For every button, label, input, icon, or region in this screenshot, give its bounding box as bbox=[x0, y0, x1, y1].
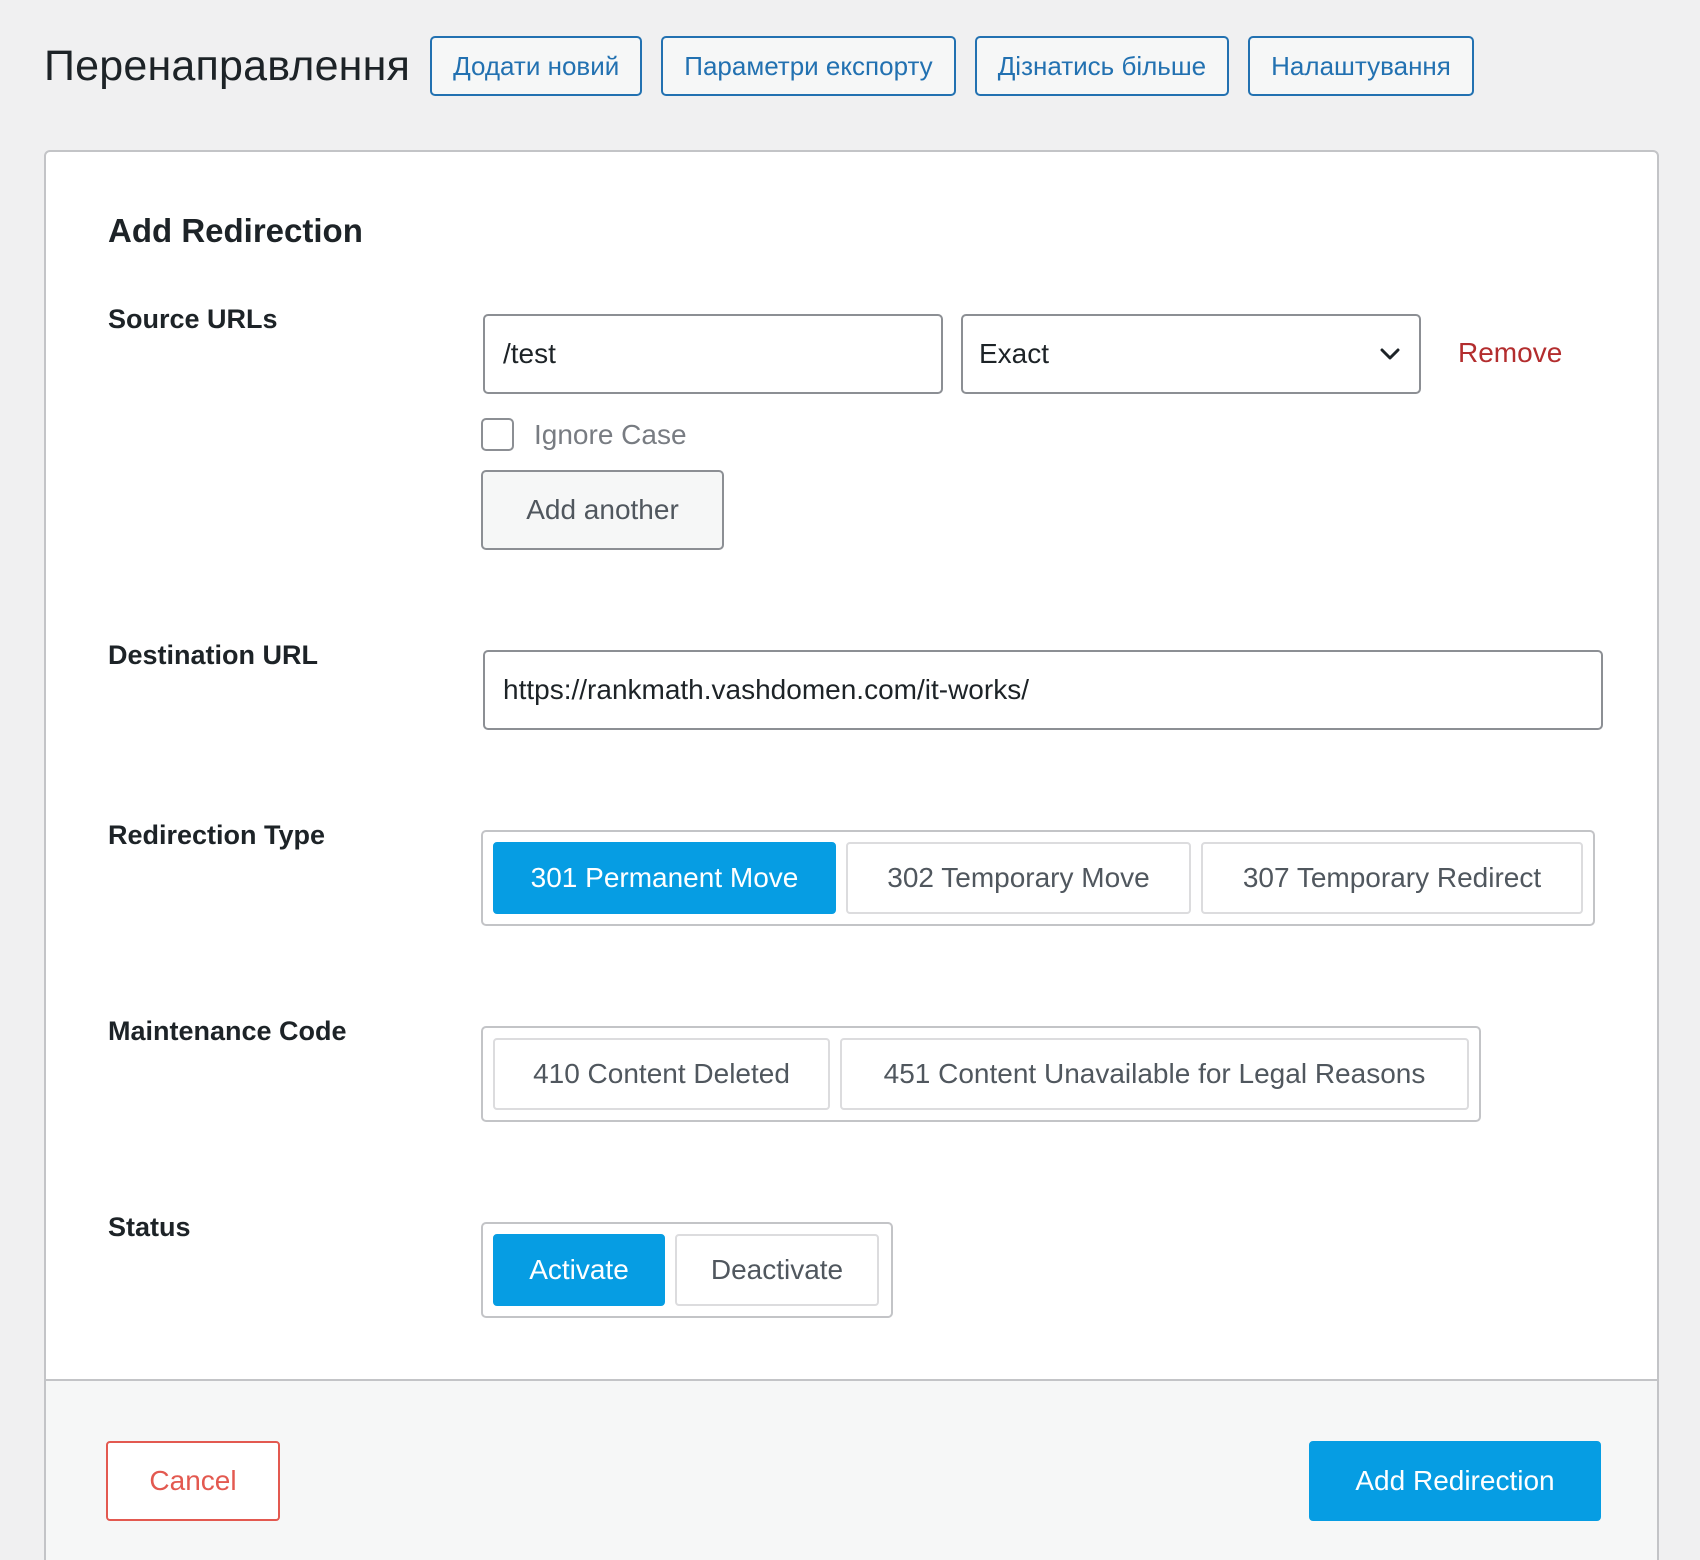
add-another-button[interactable]: Add another bbox=[481, 470, 724, 550]
status-label: Status bbox=[108, 1212, 191, 1242]
add-redirection-card: Add Redirection Source URLs Exact Remove… bbox=[44, 150, 1659, 1560]
maintenance-code-group: 410 Content Deleted 451 Content Unavaila… bbox=[481, 1026, 1481, 1122]
destination-url-input[interactable] bbox=[483, 650, 1603, 730]
card-footer: Cancel Add Redirection bbox=[46, 1379, 1657, 1560]
ignore-case-checkbox[interactable] bbox=[481, 418, 514, 451]
maintenance-code-label: Maintenance Code bbox=[108, 1016, 347, 1046]
redirection-type-label: Redirection Type bbox=[108, 820, 326, 850]
match-type-select[interactable]: Exact bbox=[961, 314, 1421, 394]
page-title: Перенаправлення bbox=[44, 41, 411, 90]
page-header: Перенаправлення Додати новий Параметри е… bbox=[44, 36, 1493, 96]
type-302-button[interactable]: 302 Temporary Move bbox=[846, 842, 1191, 914]
learn-more-button[interactable]: Дізнатись більше bbox=[974, 36, 1230, 96]
type-301-button[interactable]: 301 Permanent Move bbox=[493, 842, 836, 914]
match-type-value: Exact bbox=[979, 338, 1050, 369]
ignore-case-row[interactable]: Ignore Case bbox=[481, 418, 687, 451]
type-307-button[interactable]: 307 Temporary Redirect bbox=[1201, 842, 1583, 914]
code-410-button[interactable]: 410 Content Deleted bbox=[493, 1038, 830, 1110]
form-title: Add Redirection bbox=[108, 212, 363, 249]
redirection-type-group: 301 Permanent Move 302 Temporary Move 30… bbox=[481, 830, 1595, 926]
status-group: Activate Deactivate bbox=[481, 1222, 893, 1318]
destination-url-label: Destination URL bbox=[108, 640, 319, 670]
code-451-button[interactable]: 451 Content Unavailable for Legal Reason… bbox=[840, 1038, 1469, 1110]
source-urls-label: Source URLs bbox=[108, 304, 278, 334]
remove-source-link[interactable]: Remove bbox=[1458, 337, 1562, 369]
source-url-input[interactable] bbox=[483, 314, 943, 394]
activate-button[interactable]: Activate bbox=[493, 1234, 665, 1306]
add-redirection-button[interactable]: Add Redirection bbox=[1309, 1441, 1601, 1521]
add-new-button[interactable]: Додати новий bbox=[430, 36, 643, 96]
ignore-case-label: Ignore Case bbox=[534, 418, 687, 450]
settings-button[interactable]: Налаштування bbox=[1248, 36, 1474, 96]
chevron-down-icon bbox=[1377, 341, 1403, 367]
cancel-button[interactable]: Cancel bbox=[106, 1441, 280, 1521]
deactivate-button[interactable]: Deactivate bbox=[675, 1234, 879, 1306]
export-options-button[interactable]: Параметри експорту bbox=[661, 36, 956, 96]
